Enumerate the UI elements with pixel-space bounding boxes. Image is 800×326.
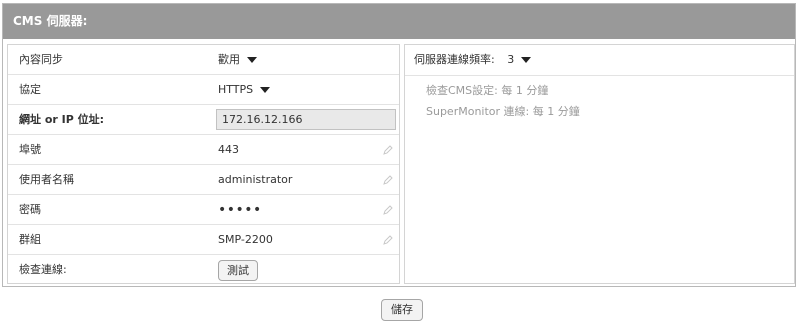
chevron-down-icon xyxy=(521,57,532,63)
frequency-value: 3 xyxy=(507,53,515,66)
password-field[interactable]: ••••• xyxy=(218,195,262,225)
chevron-down-icon xyxy=(260,87,271,93)
password-label: 密碼 xyxy=(19,203,41,216)
content-sync-row: 內容同步 歡用 xyxy=(8,45,399,75)
group-label: 群組 xyxy=(19,233,41,246)
protocol-value: HTTPS xyxy=(218,83,254,96)
header-divider xyxy=(3,39,795,41)
username-label: 使用者名稱 xyxy=(19,173,74,186)
port-field[interactable]: 443 xyxy=(218,135,239,165)
pencil-icon[interactable] xyxy=(383,205,393,215)
username-row: 使用者名稱 administrator xyxy=(8,165,399,195)
content-sync-label: 內容同步 xyxy=(19,53,63,66)
content-sync-select[interactable]: 歡用 xyxy=(218,45,257,75)
chevron-down-icon xyxy=(247,57,257,63)
content-sync-value: 歡用 xyxy=(218,53,240,66)
cms-server-panel: CMS 伺服器: 內容同步 歡用 協定 HTTPS 網址 or IP 位址: 1… xyxy=(2,3,796,287)
save-button[interactable]: 儲存 xyxy=(381,299,423,321)
group-row: 群組 SMP-2200 xyxy=(8,225,399,255)
protocol-select[interactable]: HTTPS xyxy=(218,75,271,105)
pencil-icon[interactable] xyxy=(383,145,393,155)
pencil-icon[interactable] xyxy=(383,175,393,185)
connection-frequency-pane: 伺服器連線頻率: 3 檢查CMS設定: 每 1 分鐘 SuperMonitor … xyxy=(404,44,795,284)
group-field[interactable]: SMP-2200 xyxy=(218,225,273,255)
frequency-row: 伺服器連線頻率: 3 xyxy=(414,45,532,75)
port-label: 埠號 xyxy=(19,143,41,156)
address-input[interactable]: 172.16.12.166 xyxy=(216,109,396,130)
frequency-select[interactable]: 3 xyxy=(507,53,532,66)
frequency-label: 伺服器連線頻率: xyxy=(414,53,495,66)
test-connection-button[interactable]: 測試 xyxy=(218,260,258,281)
address-label: 網址 or IP 位址: xyxy=(19,113,105,126)
supermonitor-info: SuperMonitor 連線: 每 1 分鐘 xyxy=(426,105,580,118)
username-field[interactable]: administrator xyxy=(218,165,292,195)
panel-title: CMS 伺服器: xyxy=(3,4,795,39)
protocol-row: 協定 HTTPS xyxy=(8,75,399,105)
pencil-icon[interactable] xyxy=(383,235,393,245)
check-connection-row: 檢查連線: 測試 xyxy=(8,255,399,285)
connection-settings-pane: 內容同步 歡用 協定 HTTPS 網址 or IP 位址: 172.16.12.… xyxy=(7,44,400,284)
protocol-label: 協定 xyxy=(19,83,41,96)
frequency-divider xyxy=(405,75,794,76)
address-row: 網址 or IP 位址: 172.16.12.166 xyxy=(8,105,399,135)
check-connection-label: 檢查連線: xyxy=(19,263,67,276)
cms-check-info: 檢查CMS設定: 每 1 分鐘 xyxy=(426,84,549,97)
password-row: 密碼 ••••• xyxy=(8,195,399,225)
port-row: 埠號 443 xyxy=(8,135,399,165)
